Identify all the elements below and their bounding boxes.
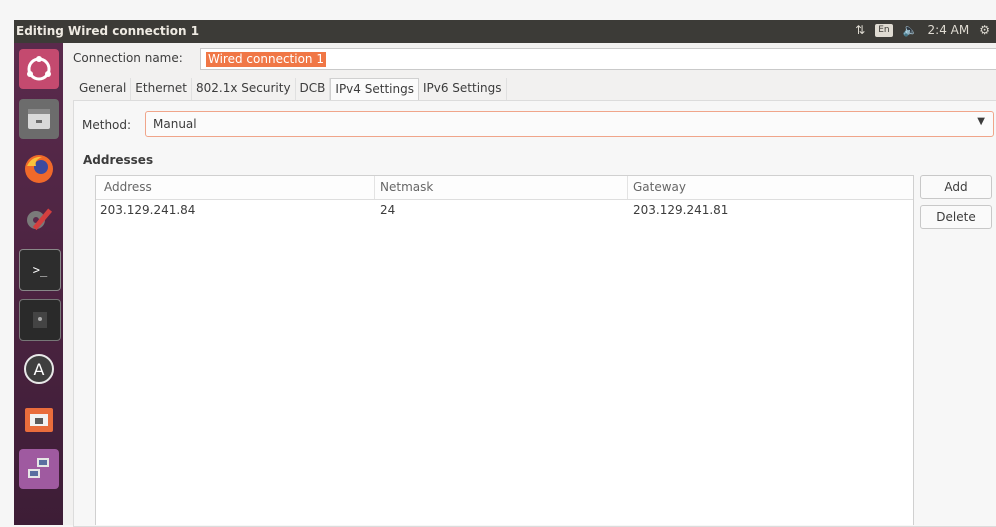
launcher: >_ A bbox=[14, 43, 63, 525]
tab-bar: General Ethernet 802.1x Security DCB IPv… bbox=[75, 78, 515, 101]
method-value: Manual bbox=[153, 117, 197, 131]
connection-name-row: Connection name: Wired connection 1 bbox=[73, 48, 996, 70]
gateway-cell[interactable]: 203.129.241.81 bbox=[633, 203, 728, 217]
tab-general[interactable]: General bbox=[75, 78, 132, 100]
ubuntu-dash-icon[interactable] bbox=[19, 49, 59, 89]
firefox-icon[interactable] bbox=[19, 149, 59, 189]
lock-box-icon[interactable] bbox=[19, 299, 61, 341]
add-button[interactable]: Add bbox=[920, 175, 992, 199]
address-cell[interactable]: 203.129.241.84 bbox=[100, 203, 195, 217]
addresses-table[interactable]: Address Netmask Gateway 203.129.241.84 2… bbox=[95, 175, 914, 525]
connection-name-value: Wired connection 1 bbox=[206, 52, 326, 67]
column-divider bbox=[627, 176, 628, 199]
delete-button[interactable]: Delete bbox=[920, 205, 992, 229]
keyboard-layout-indicator[interactable]: En bbox=[875, 23, 893, 37]
column-divider bbox=[374, 176, 375, 199]
dialog-content: Connection name: Wired connection 1 Gene… bbox=[63, 43, 996, 527]
file-cabinet-icon[interactable] bbox=[19, 99, 59, 139]
table-header: Address Netmask Gateway bbox=[96, 176, 913, 200]
system-tray: ⇅ En 🔈 2:4 AM ⚙ bbox=[855, 23, 990, 37]
network-connections-icon[interactable] bbox=[19, 449, 59, 489]
chevron-down-icon: ▼ bbox=[977, 116, 985, 127]
file-manager-icon[interactable] bbox=[19, 399, 59, 439]
column-header-netmask[interactable]: Netmask bbox=[380, 180, 433, 194]
connection-name-input[interactable]: Wired connection 1 bbox=[200, 48, 996, 70]
volume-icon[interactable]: 🔈 bbox=[903, 23, 918, 37]
network-arrows-icon[interactable]: ⇅ bbox=[855, 23, 865, 37]
ipv4-settings-panel: Method: Manual ▼ Addresses Address Netma… bbox=[73, 100, 996, 527]
settings-tools-icon[interactable] bbox=[19, 199, 59, 239]
netmask-cell[interactable]: 24 bbox=[380, 203, 395, 217]
power-gear-icon[interactable]: ⚙ bbox=[979, 23, 990, 37]
tab-ipv4-settings[interactable]: IPv4 Settings bbox=[330, 78, 419, 100]
connection-name-label: Connection name: bbox=[73, 51, 183, 65]
window-title: Editing Wired connection 1 bbox=[16, 24, 200, 38]
title-bar: Editing Wired connection 1 ⇅ En 🔈 2:4 AM… bbox=[14, 20, 996, 43]
tab-ipv6-settings[interactable]: IPv6 Settings bbox=[419, 78, 507, 100]
column-header-gateway[interactable]: Gateway bbox=[633, 180, 686, 194]
method-dropdown[interactable]: Manual ▼ bbox=[145, 111, 994, 137]
tab-ethernet[interactable]: Ethernet bbox=[131, 78, 192, 100]
addresses-heading: Addresses bbox=[83, 153, 154, 167]
software-updater-icon[interactable]: A bbox=[19, 349, 59, 389]
terminal-icon[interactable]: >_ bbox=[19, 249, 61, 291]
tab-dcb[interactable]: DCB bbox=[296, 78, 331, 100]
tab-8021x-security[interactable]: 802.1x Security bbox=[192, 78, 296, 100]
svg-text:A: A bbox=[34, 360, 45, 379]
column-header-address[interactable]: Address bbox=[104, 180, 152, 194]
clock[interactable]: 2:4 AM bbox=[928, 23, 970, 37]
method-label: Method: bbox=[82, 118, 132, 132]
